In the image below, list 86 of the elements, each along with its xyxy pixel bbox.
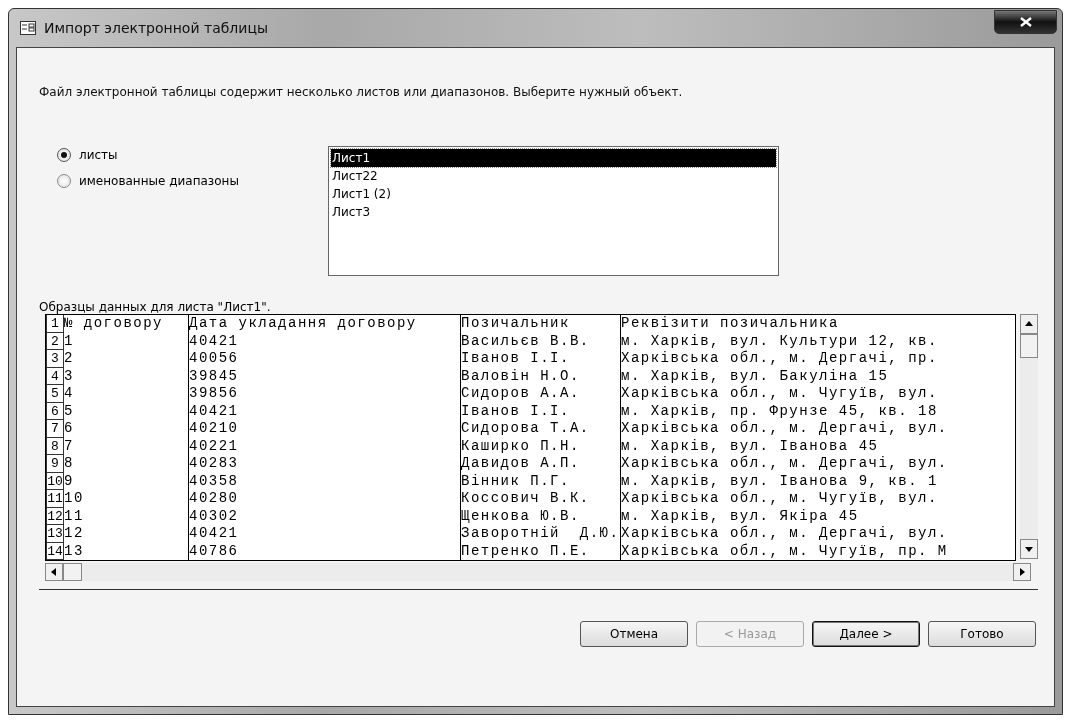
table-cell: 9 [64,472,189,490]
radio-option[interactable]: листы [57,148,328,162]
table-cell: Сидорова Т.А. [461,420,621,438]
table-cell: 40056 [189,350,461,368]
window-title: Импорт электронной таблицы [44,20,268,36]
table-cell: Позичальник [461,315,621,333]
row-number: 9 [46,455,64,473]
table-cell: 10 [64,490,189,508]
horizontal-scrollbar[interactable] [45,563,1031,581]
table-cell-text: Харківська обл., м. Дергачі, вул. [621,455,949,473]
table-cell: 40421 [189,332,461,350]
row-number: 5 [46,385,64,403]
form-icon [20,21,36,35]
table-cell: Валовін Н.О. [461,367,621,385]
table-cell: Васильєв В.В. [461,332,621,350]
close-button[interactable] [994,10,1057,34]
table-cell: 40302 [189,507,461,525]
table-cell-text: Харківська обл., м. Дергачі, вул. [621,420,949,438]
table-cell-text: м. Харків, вул. Якіра 45 [621,507,860,525]
table-cell: Сидоров А.А. [461,385,621,403]
scroll-up-icon[interactable] [1020,314,1038,334]
sheet-item[interactable]: Лист1 [331,149,776,167]
table-cell-text: Харківська обл., м. Чугуїв, вул. [621,490,939,508]
table-cell-text: Харківська обл., м. Дергачі, вул. [621,525,949,543]
dialog-button[interactable]: Отмена [580,621,688,647]
table-cell: 2 [64,350,189,368]
row-number: 13 [46,525,64,543]
table-cell-text: Реквізити позичальника [621,315,840,333]
scroll-thumb[interactable] [63,563,82,581]
table-cell-text: м. Харків, вул. Бакуліна 15 [621,367,890,385]
table-cell: 13 [64,542,189,560]
table-cell: 40786 [189,542,461,560]
table-cell: Давидов А.П. [461,455,621,473]
table-cell: Іванов І.І. [461,350,621,368]
vertical-scrollbar[interactable] [1020,314,1038,559]
sheet-item[interactable]: Лист3 [331,203,776,221]
table-cell: 40221 [189,437,461,455]
table-cell: 6 [64,420,189,438]
table-cell: Каширко П.Н. [461,437,621,455]
scroll-right-icon[interactable] [1013,563,1031,581]
table-cell-text: Харківська обл., м. Дергачі, пр. [621,350,939,368]
table-cell: 11 [64,507,189,525]
table-cell-text: м. Харків, вул. Культури 12, кв. [621,332,939,350]
dialog-button[interactable]: Готово [928,621,1036,647]
scroll-thumb[interactable] [1020,334,1038,358]
table-cell: Іванов І.І. [461,402,621,420]
table-cell: 7 [64,437,189,455]
table-cell: 8 [64,455,189,473]
table-cell: 40421 [189,525,461,543]
table-cell: 12 [64,525,189,543]
table-cell-text: м. Харків, вул. Іванова 45 [621,437,880,455]
table-cell: 3 [64,367,189,385]
sheet-item[interactable]: Лист22 [331,167,776,185]
row-number: 1 [46,315,64,333]
dialog-button[interactable]: Далее > [812,621,920,647]
table-cell: 40421 [189,402,461,420]
scroll-left-icon[interactable] [45,563,63,581]
table-cell: Петренко П.Е. [461,542,621,560]
table-cell: Вінник П.Г. [461,472,621,490]
table-cell: 5 [64,402,189,420]
radio-option[interactable]: именованные диапазоны [57,174,328,188]
row-number: 3 [46,350,64,368]
table-cell: № договору [64,315,189,333]
table-cell: 4 [64,385,189,403]
close-icon [1019,17,1032,27]
table-cell-text: Харківська обл., м. Чугуїв, пр. М [621,542,949,560]
table-cell: 1 [64,332,189,350]
table-cell: 40358 [189,472,461,490]
table-cell: Щенкова Ю.В. [461,507,621,525]
table-cell: 39845 [189,367,461,385]
table-cell-text: м. Харків, вул. Іванова 9, кв. 1 [621,472,939,490]
sheet-item[interactable]: Лист1 (2) [331,185,776,203]
table-cell-text: Харківська обл., м. Чугуїв, вул. [621,385,939,403]
preview-label: Образцы данных для листа "Лист1". [39,300,272,314]
table-cell: 40283 [189,455,461,473]
row-number: 7 [46,420,64,438]
row-number: 11 [46,490,64,508]
table-cell: Коссович В.К. [461,490,621,508]
table-cell: Дата укладання договору [189,315,461,333]
table-cell: 39856 [189,385,461,403]
table-cell-text: м. Харків, пр. Фрунзе 45, кв. 18 [621,402,939,420]
instruction-text: Файл электронной таблицы содержит несколько листов или диапазонов. Выберите нужный объект. [39,85,684,99]
scroll-down-icon[interactable] [1020,539,1038,559]
table-cell: 40210 [189,420,461,438]
table-cell: Заворотній Д.Ю. [461,525,621,543]
table-cell: 40280 [189,490,461,508]
